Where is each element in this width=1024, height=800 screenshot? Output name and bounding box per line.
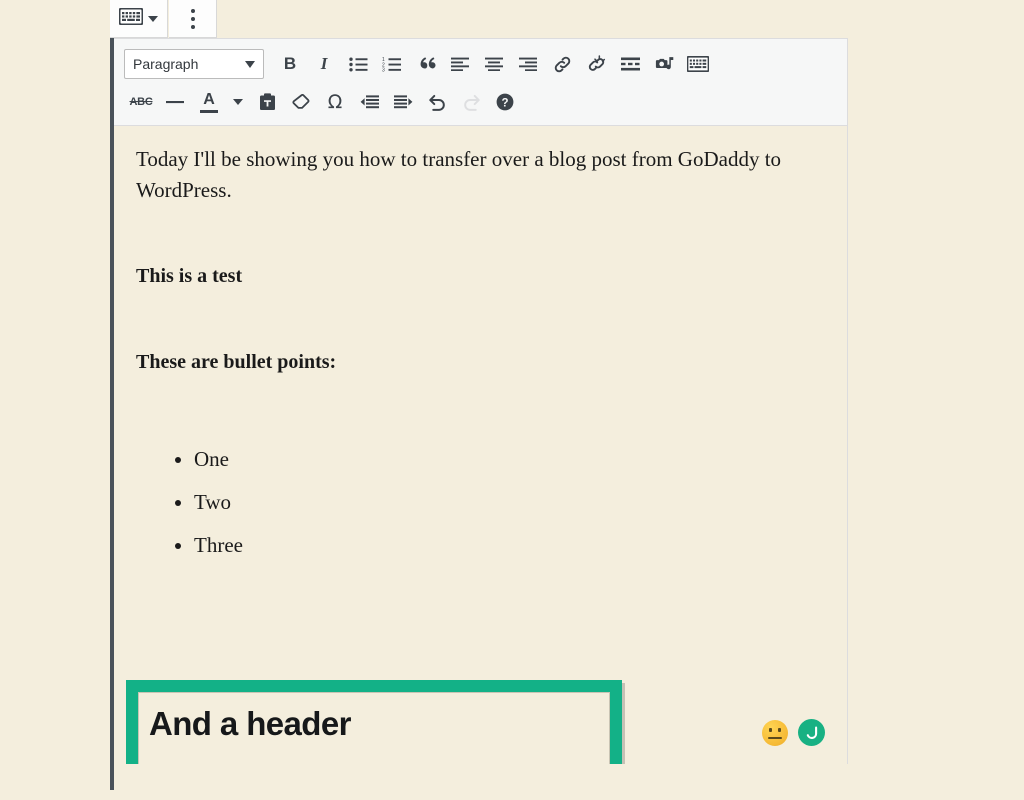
paragraph-spacer <box>136 206 825 262</box>
header-text: And a header <box>149 705 599 743</box>
outdent-icon <box>360 95 379 109</box>
bulleted-list-icon <box>349 57 368 72</box>
redo-icon <box>462 94 481 111</box>
unlink-icon <box>587 55 606 74</box>
horizontal-rule-button[interactable] <box>158 86 192 118</box>
align-right-icon <box>519 57 537 71</box>
text-color-button[interactable]: A <box>192 86 226 118</box>
toolbar-toggle-button[interactable] <box>681 48 715 80</box>
paste-as-text-button[interactable] <box>250 86 284 118</box>
align-center-button[interactable] <box>477 48 511 80</box>
paragraph-spacer <box>136 376 825 438</box>
align-left-button[interactable] <box>443 48 477 80</box>
toolbar-row-1: Paragraph B I <box>118 45 843 83</box>
numbered-list-icon: 123 <box>382 57 402 72</box>
text-color-icon: A <box>200 92 218 113</box>
blockquote-button[interactable] <box>409 48 443 80</box>
status-badges <box>762 719 825 746</box>
keyboard-icon <box>119 8 143 30</box>
keyboard-icon <box>687 56 709 72</box>
paragraph-spacer <box>136 290 825 348</box>
text-color-dropdown[interactable] <box>226 86 250 118</box>
top-button-bar <box>110 0 848 38</box>
editor-toolbar: Paragraph B I <box>114 38 848 126</box>
add-media-button[interactable] <box>647 48 681 80</box>
chevron-down-icon <box>233 99 243 105</box>
neutral-face-emoji[interactable] <box>762 720 788 746</box>
highlighted-header-inner: And a header <box>138 692 610 764</box>
align-right-button[interactable] <box>511 48 545 80</box>
undo-button[interactable] <box>420 86 454 118</box>
bold-line-1: This is a test <box>136 262 825 290</box>
insert-link-button[interactable] <box>545 48 579 80</box>
redo-button[interactable] <box>454 86 488 118</box>
clipboard-text-icon <box>259 93 276 111</box>
svg-text:3: 3 <box>382 67 385 71</box>
indent-icon <box>394 95 413 109</box>
remove-link-button[interactable] <box>579 48 613 80</box>
undo-icon <box>428 94 447 111</box>
format-select[interactable]: Paragraph <box>124 49 264 79</box>
bold-button[interactable]: B <box>273 48 307 80</box>
read-more-button[interactable] <box>613 48 647 80</box>
more-options-button[interactable] <box>169 0 217 38</box>
horizontal-rule-icon <box>166 100 184 104</box>
media-icon <box>655 56 674 73</box>
toolbar-row-2: ABC A <box>118 83 843 121</box>
format-select-value: Paragraph <box>133 56 245 72</box>
bold-icon: B <box>284 54 296 74</box>
numbered-list-button[interactable]: 123 <box>375 48 409 80</box>
list-item: Two <box>194 481 825 524</box>
strikethrough-button[interactable]: ABC <box>124 86 158 118</box>
italic-button[interactable]: I <box>307 48 341 80</box>
help-icon: ? <box>496 93 514 111</box>
post-editor: Paragraph B I <box>110 38 848 790</box>
italic-icon: I <box>321 54 328 74</box>
editor-content[interactable]: Today I'll be showing you how to transfe… <box>114 126 848 764</box>
bullet-list: One Two Three <box>136 438 825 567</box>
keyboard-shortcuts-button[interactable]: ? <box>488 86 522 118</box>
omega-icon: Ω <box>328 91 343 113</box>
eraser-icon <box>292 94 311 110</box>
list-item: Three <box>194 524 825 567</box>
highlighted-header-block[interactable]: And a header <box>126 680 622 764</box>
increase-indent-button[interactable] <box>386 86 420 118</box>
strikethrough-icon: ABC <box>130 96 153 108</box>
align-left-icon <box>451 57 469 71</box>
svg-text:?: ? <box>501 97 508 109</box>
chevron-down-icon <box>245 61 255 68</box>
bold-line-2: These are bullet points: <box>136 348 825 376</box>
list-item: One <box>194 438 825 481</box>
link-icon <box>553 55 572 74</box>
read-more-icon <box>621 57 640 71</box>
app-root: Paragraph B I <box>0 0 1024 800</box>
decrease-indent-button[interactable] <box>352 86 386 118</box>
bulleted-list-button[interactable] <box>341 48 375 80</box>
align-center-icon <box>485 57 503 71</box>
chevron-down-icon <box>148 16 158 22</box>
grammar-assistant-badge[interactable] <box>798 719 825 746</box>
special-character-button[interactable]: Ω <box>318 86 352 118</box>
blockquote-icon <box>417 57 436 72</box>
kebab-vertical-icon <box>191 9 195 29</box>
crescent-icon <box>803 724 821 742</box>
keyboard-toggle-button[interactable] <box>110 0 168 38</box>
intro-paragraph: Today I'll be showing you how to transfe… <box>136 144 825 206</box>
clear-formatting-button[interactable] <box>284 86 318 118</box>
